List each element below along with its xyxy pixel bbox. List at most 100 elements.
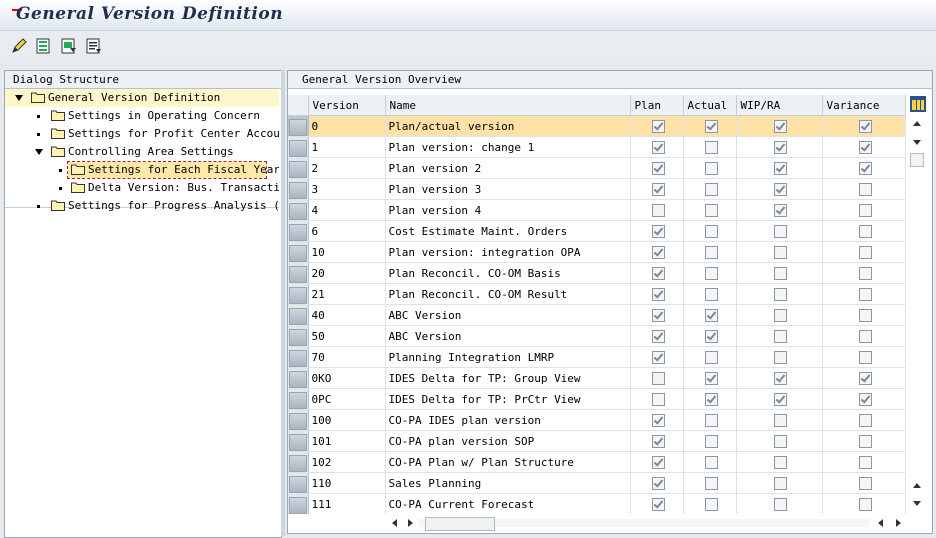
column-header-name[interactable]: Name [385,95,631,116]
tree-node-progress-analysis[interactable]: Settings for Progress Analysis (Pro [5,197,279,215]
scroll-left-end-icon[interactable] [878,519,883,527]
row-selector-button[interactable] [288,265,307,283]
row-selector[interactable] [288,493,309,515]
wip-checkbox[interactable] [774,350,787,364]
actual-checkbox[interactable] [704,224,718,238]
column-header-version[interactable]: Version [308,95,386,116]
actual-checkbox[interactable] [704,371,718,385]
name-cell[interactable]: Plan version: change 1 [385,136,631,158]
variance-checkbox[interactable] [858,245,872,259]
scroll-left-icon[interactable] [392,519,397,527]
panel-splitter[interactable] [281,70,285,536]
row-selector[interactable] [288,220,309,242]
name-cell[interactable]: IDES Delta for TP: Group View [385,367,631,389]
column-header-variance[interactable]: Variance [822,95,906,116]
variance-checkbox[interactable] [858,476,872,490]
table-row[interactable]: 110 Sales Planning [288,472,906,494]
actual-checkbox[interactable] [704,350,718,364]
version-cell[interactable]: 10 [308,241,386,263]
plan-checkbox[interactable] [651,203,665,217]
table-row[interactable]: 70 Planning Integration LMRP [288,346,906,368]
version-cell[interactable]: 111 [308,493,386,515]
plan-checkbox[interactable] [651,266,665,280]
table-row[interactable]: 3 Plan version 3 [288,178,906,200]
row-selector[interactable] [288,325,309,347]
row-selector-button[interactable] [288,475,307,493]
plan-checkbox[interactable] [651,455,665,469]
plan-checkbox[interactable] [651,308,665,322]
table-row[interactable]: 6 Cost Estimate Maint. Orders [288,220,906,242]
name-cell[interactable]: ABC Version [385,304,631,326]
actual-checkbox[interactable] [704,266,718,280]
tree-node-profit-center[interactable]: Settings for Profit Center Accounti [5,125,279,143]
select-all-header[interactable] [288,95,309,116]
actual-checkbox[interactable] [704,308,718,322]
row-selector[interactable] [288,430,309,452]
row-selector-button[interactable] [288,160,307,178]
table-row[interactable]: 0PC IDES Delta for TP: PrCtr View [288,388,906,410]
plan-checkbox[interactable] [651,476,665,490]
name-cell[interactable]: CO-PA plan version SOP [385,430,631,452]
variance-checkbox[interactable] [858,434,872,448]
plan-checkbox[interactable] [651,245,665,259]
name-cell[interactable]: Plan version: integration OPA [385,241,631,263]
row-selector-button[interactable] [288,412,307,430]
row-selector-button[interactable] [288,307,307,325]
version-cell[interactable]: 0 [308,115,386,137]
version-cell[interactable]: 21 [308,283,386,305]
wip-checkbox[interactable] [774,182,787,196]
column-header-wip-ra[interactable]: WIP/RA [736,95,823,116]
expand-triangle-icon[interactable] [15,95,23,101]
table-row[interactable]: 101 CO-PA plan version SOP [288,430,906,452]
plan-checkbox[interactable] [651,350,665,364]
row-selector[interactable] [288,262,309,284]
variance-checkbox[interactable] [858,119,872,133]
table-row[interactable]: 100 CO-PA IDES plan version [288,409,906,431]
plan-checkbox[interactable] [651,371,665,385]
row-selector[interactable] [288,451,309,473]
variance-checkbox[interactable] [858,140,872,154]
plan-checkbox[interactable] [651,161,665,175]
actual-checkbox[interactable] [704,329,718,343]
wip-checkbox[interactable] [774,287,787,301]
version-cell[interactable]: 40 [308,304,386,326]
actual-checkbox[interactable] [704,497,718,511]
name-cell[interactable]: Plan Reconcil. CO-OM Basis [385,262,631,284]
wip-checkbox[interactable] [774,392,787,406]
variance-checkbox[interactable] [858,224,872,238]
row-selector[interactable] [288,157,309,179]
plan-checkbox[interactable] [651,329,665,343]
variance-checkbox[interactable] [858,203,872,217]
row-selector-button[interactable] [288,202,307,220]
wip-checkbox[interactable] [774,245,787,259]
tree-node-operating-concern[interactable]: Settings in Operating Concern [5,107,279,125]
wip-checkbox[interactable] [774,140,787,154]
actual-checkbox[interactable] [704,434,718,448]
row-selector-button[interactable] [288,454,307,472]
plan-checkbox[interactable] [651,392,665,406]
version-cell[interactable]: 0PC [308,388,386,410]
row-selector-button[interactable] [288,391,307,409]
version-cell[interactable]: 6 [308,220,386,242]
actual-checkbox[interactable] [704,161,718,175]
version-cell[interactable]: 110 [308,472,386,494]
row-selector-button[interactable] [288,181,307,199]
actual-checkbox[interactable] [704,245,718,259]
version-cell[interactable]: 1 [308,136,386,158]
version-cell[interactable]: 101 [308,430,386,452]
wip-checkbox[interactable] [774,266,787,280]
row-selector-button[interactable] [288,223,307,241]
tree-node-delta-version[interactable]: Delta Version: Bus. Transactions [5,179,279,197]
scroll-right-icon[interactable] [896,519,901,527]
row-selector-button[interactable] [288,370,307,388]
row-selector[interactable] [288,199,309,221]
vertical-scroll-thumb[interactable] [910,153,924,167]
table-row[interactable]: 0KO IDES Delta for TP: Group View [288,367,906,389]
row-selector[interactable] [288,178,309,200]
actual-checkbox[interactable] [704,413,718,427]
name-cell[interactable]: Plan/actual version [385,115,631,137]
wip-checkbox[interactable] [774,308,787,322]
actual-checkbox[interactable] [704,182,718,196]
wip-checkbox[interactable] [774,203,787,217]
edit-pencil-icon[interactable] [10,37,28,55]
